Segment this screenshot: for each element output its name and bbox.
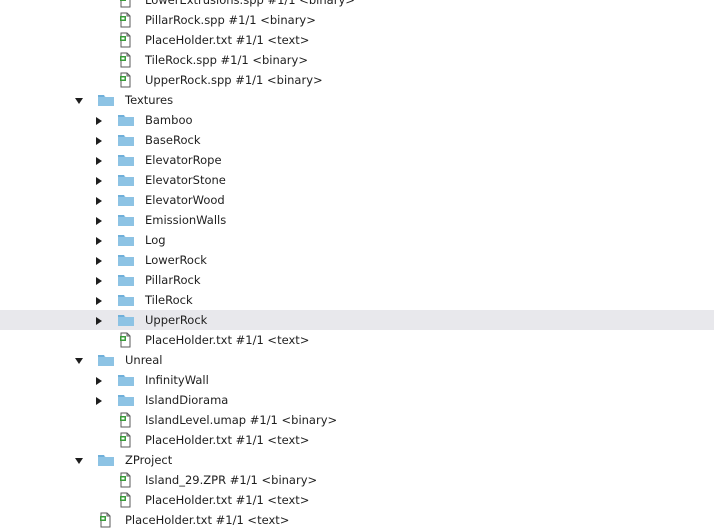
tree-item-label: Log <box>145 233 166 247</box>
tree-file-row[interactable]: IslandLevel.umap #1/1 <binary> <box>0 410 714 430</box>
tree-item-label: PlaceHolder.txt #1/1 <text> <box>145 33 310 47</box>
tree-item-label: InfinityWall <box>145 373 209 387</box>
file-icon <box>117 0 135 8</box>
tree-item-label: PlaceHolder.txt #1/1 <text> <box>125 513 290 527</box>
caret-down-icon[interactable] <box>74 355 84 365</box>
tree-item-label: Textures <box>125 93 174 107</box>
file-icon <box>117 332 135 348</box>
caret-right-icon[interactable] <box>94 135 104 145</box>
tree-item-label: UpperRock.spp #1/1 <binary> <box>145 73 323 87</box>
caret-right-icon[interactable] <box>94 255 104 265</box>
tree-item-label: PlaceHolder.txt #1/1 <text> <box>145 333 310 347</box>
tree-folder-row[interactable]: InfinityWall <box>0 370 714 390</box>
file-icon <box>117 52 135 68</box>
tree-file-row[interactable]: Island_29.ZPR #1/1 <binary> <box>0 470 714 490</box>
tree-file-row[interactable]: UpperRock.spp #1/1 <binary> <box>0 70 714 90</box>
tree-item-label: PlaceHolder.txt #1/1 <text> <box>145 433 310 447</box>
tree-file-row[interactable]: LowerExtrusions.spp #1/1 <binary> <box>0 0 714 10</box>
file-icon <box>117 32 135 48</box>
tree-file-row[interactable]: PlaceHolder.txt #1/1 <text> <box>0 330 714 350</box>
tree-folder-row[interactable]: Textures <box>0 90 714 110</box>
caret-right-icon[interactable] <box>94 235 104 245</box>
tree-item-label: LowerExtrusions.spp #1/1 <binary> <box>145 0 355 7</box>
file-icon <box>117 412 135 428</box>
folder-icon <box>117 312 135 328</box>
tree-item-label: LowerRock <box>145 253 207 267</box>
tree-item-label: ElevatorRope <box>145 153 222 167</box>
folder-icon <box>117 192 135 208</box>
folder-icon <box>117 292 135 308</box>
file-icon <box>117 492 135 508</box>
caret-right-icon[interactable] <box>94 115 104 125</box>
tree-item-label: EmissionWalls <box>145 213 227 227</box>
file-icon <box>117 472 135 488</box>
tree-item-label: ElevatorWood <box>145 193 225 207</box>
tree-folder-row[interactable]: ZProject <box>0 450 714 470</box>
tree-item-label: TileRock.spp #1/1 <binary> <box>145 53 308 67</box>
tree-item-label: PillarRock.spp #1/1 <binary> <box>145 13 316 27</box>
tree-item-label: IslandLevel.umap #1/1 <binary> <box>145 413 338 427</box>
folder-icon <box>117 212 135 228</box>
tree-folder-row[interactable]: LowerRock <box>0 250 714 270</box>
tree-file-row[interactable]: TileRock.spp #1/1 <binary> <box>0 50 714 70</box>
tree-folder-row[interactable]: ElevatorStone <box>0 170 714 190</box>
folder-icon <box>117 232 135 248</box>
tree-item-label: UpperRock <box>145 313 208 327</box>
caret-right-icon[interactable] <box>94 175 104 185</box>
folder-icon <box>97 92 115 108</box>
folder-icon <box>97 352 115 368</box>
tree-item-label: TileRock <box>145 293 193 307</box>
tree-item-label: BaseRock <box>145 133 201 147</box>
tree-file-row[interactable]: PillarRock.spp #1/1 <binary> <box>0 10 714 30</box>
caret-right-icon[interactable] <box>94 295 104 305</box>
tree-folder-row[interactable]: BaseRock <box>0 130 714 150</box>
caret-right-icon[interactable] <box>94 395 104 405</box>
tree-item-label: Unreal <box>125 353 163 367</box>
caret-down-icon[interactable] <box>74 95 84 105</box>
tree-file-row[interactable]: PlaceHolder.txt #1/1 <text> <box>0 490 714 510</box>
folder-icon <box>117 392 135 408</box>
tree-item-label: Island_29.ZPR #1/1 <binary> <box>145 473 318 487</box>
folder-icon <box>117 112 135 128</box>
tree-folder-row[interactable]: ElevatorWood <box>0 190 714 210</box>
folder-icon <box>117 272 135 288</box>
caret-down-icon[interactable] <box>74 455 84 465</box>
caret-right-icon[interactable] <box>94 315 104 325</box>
tree-folder-row[interactable]: ElevatorRope <box>0 150 714 170</box>
folder-icon <box>117 172 135 188</box>
file-icon <box>117 12 135 28</box>
tree-folder-row[interactable]: TileRock <box>0 290 714 310</box>
file-icon <box>117 432 135 448</box>
file-icon <box>97 512 115 528</box>
caret-right-icon[interactable] <box>94 195 104 205</box>
tree-item-label: ElevatorStone <box>145 173 226 187</box>
tree-folder-row[interactable]: IslandDiorama <box>0 390 714 410</box>
tree-file-row[interactable]: PlaceHolder.txt #1/1 <text> <box>0 510 714 530</box>
caret-right-icon[interactable] <box>94 375 104 385</box>
caret-right-icon[interactable] <box>94 215 104 225</box>
tree-file-row[interactable]: PlaceHolder.txt #1/1 <text> <box>0 30 714 50</box>
tree-folder-row[interactable]: Unreal <box>0 350 714 370</box>
tree-folder-row[interactable]: Bamboo <box>0 110 714 130</box>
caret-right-icon[interactable] <box>94 275 104 285</box>
tree-item-label: PlaceHolder.txt #1/1 <text> <box>145 493 310 507</box>
caret-right-icon[interactable] <box>94 155 104 165</box>
tree-file-row[interactable]: PlaceHolder.txt #1/1 <text> <box>0 430 714 450</box>
tree-folder-row[interactable]: Log <box>0 230 714 250</box>
folder-icon <box>97 452 115 468</box>
tree-item-label: IslandDiorama <box>145 393 229 407</box>
tree-item-label: Bamboo <box>145 113 193 127</box>
tree-item-label: PillarRock <box>145 273 201 287</box>
folder-icon <box>117 252 135 268</box>
tree-item-label: ZProject <box>125 453 173 467</box>
folder-icon <box>117 372 135 388</box>
file-icon <box>117 72 135 88</box>
tree-folder-row[interactable]: EmissionWalls <box>0 210 714 230</box>
tree-folder-row[interactable]: PillarRock <box>0 270 714 290</box>
folder-icon <box>117 132 135 148</box>
folder-icon <box>117 152 135 168</box>
tree-folder-row[interactable]: UpperRock <box>0 310 714 330</box>
